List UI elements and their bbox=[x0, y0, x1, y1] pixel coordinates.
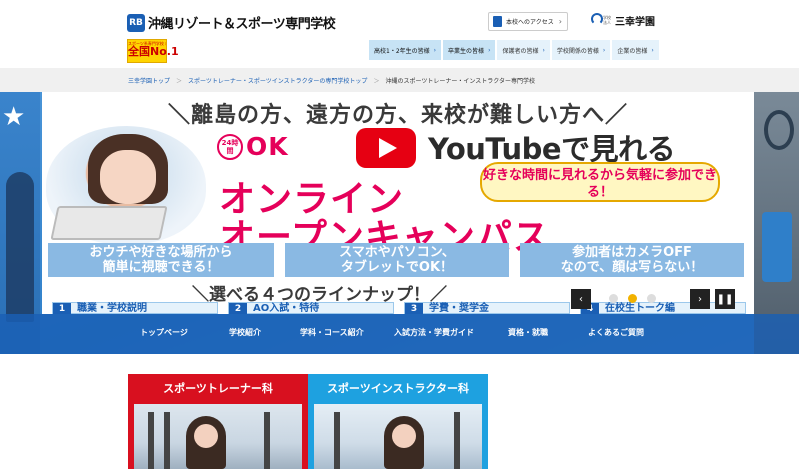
access-button[interactable]: 本校へのアクセス › bbox=[488, 12, 568, 31]
laptop-image bbox=[50, 206, 168, 240]
slider-dot-active[interactable] bbox=[628, 294, 637, 303]
card-text: 在校生トーク編 bbox=[605, 303, 675, 314]
course-photo bbox=[314, 404, 482, 469]
breadcrumb-separator: ＞ bbox=[176, 77, 183, 85]
breadcrumb-current: 沖縄のスポーツトレーナー・インストラクター専門学校 bbox=[385, 77, 535, 85]
gym-photo-detail bbox=[762, 212, 792, 282]
slider-dot[interactable] bbox=[609, 294, 618, 303]
banner-headline: ＼離島の方、遠方の方、来校が難しい方へ／ bbox=[167, 103, 628, 128]
tab-companies[interactable]: 企業の皆様 › bbox=[612, 40, 659, 60]
feature-text: おウチや好きな場所から 簡単に視聴できる！ bbox=[89, 245, 233, 275]
chevron-right-icon: › bbox=[542, 46, 545, 54]
chevron-right-icon: › bbox=[558, 17, 562, 26]
course-title: スポーツインストラクター科 bbox=[326, 382, 470, 395]
student-laptop-photo bbox=[46, 126, 206, 244]
nav-item-top[interactable]: トップページ bbox=[140, 327, 188, 338]
card-number: 2 bbox=[229, 303, 247, 314]
course-title: スポーツトレーナー科 bbox=[163, 382, 273, 395]
breadcrumb: 三幸学園トップ ＞ スポーツトレーナー・スポーツインストラクターの専門学校トップ… bbox=[0, 68, 799, 92]
building-icon bbox=[493, 16, 502, 27]
tab-schools[interactable]: 学校関係の皆様 › bbox=[551, 40, 611, 60]
no1-badge: スポーツ系専門学校 就職率 全国No.1 bbox=[127, 39, 179, 63]
chevron-right-icon: › bbox=[488, 46, 491, 54]
feature-box-devices: スマホやパソコン、 タブレットでOK！ bbox=[285, 243, 509, 277]
card-text: AO入試・特待 bbox=[253, 303, 320, 314]
nav-item-faq[interactable]: よくあるご質問 bbox=[588, 327, 644, 338]
lineup-cards: 1 職業・学校説明 2 AO入試・特待 3 学費・奨学金 4 在校生トーク編 bbox=[42, 302, 754, 314]
course-photo bbox=[134, 404, 302, 469]
card-number: 3 bbox=[405, 303, 423, 314]
nav-item-about[interactable]: 学校紹介 bbox=[229, 327, 261, 338]
breadcrumb-link-top[interactable]: 三幸学園トップ bbox=[128, 76, 170, 85]
tab-highschool[interactable]: 高校1・2年生の皆様 › bbox=[369, 40, 442, 60]
site-header: RB 沖縄リゾート＆スポーツ専門学校 スポーツ系専門学校 就職率 全国No.1 … bbox=[0, 0, 799, 68]
sanko-group-logo[interactable]: 学校法人 三幸学園 bbox=[589, 12, 655, 28]
chevron-right-icon: › bbox=[602, 46, 606, 54]
feature-text: 参加者はカメラOFF なので、顔は写らない！ bbox=[560, 245, 704, 275]
star-icon: ★ bbox=[2, 102, 26, 132]
school-logo[interactable]: RB 沖縄リゾート＆スポーツ専門学校 bbox=[127, 13, 336, 32]
sanko-caption: 学校法人 bbox=[603, 15, 611, 25]
lineup-card: 1 職業・学校説明 bbox=[52, 302, 218, 314]
hour-badge: 24時間 OK bbox=[217, 132, 289, 161]
card-text: 職業・学校説明 bbox=[77, 303, 147, 314]
tab-parents[interactable]: 保護者の皆様 › bbox=[497, 40, 550, 60]
sanko-logo-icon bbox=[589, 12, 603, 28]
card-number: 1 bbox=[53, 303, 71, 314]
audience-tabs: 高校1・2年生の皆様 › 卒業生の皆様 › 保護者の皆様 › 学校関係の皆様 › 企業の… bbox=[369, 40, 661, 60]
anytime-bubble: 好きな時間に見れるから気軽に参加できる！ bbox=[480, 162, 720, 202]
course-card-instructor[interactable]: スポーツインストラクター科 bbox=[308, 374, 488, 469]
lineup-card: 3 学費・奨学金 bbox=[404, 302, 570, 314]
chevron-right-icon: › bbox=[651, 46, 654, 54]
feature-text: スマホやパソコン、 タブレットでOK！ bbox=[339, 245, 455, 275]
nav-item-career[interactable]: 資格・就職 bbox=[508, 327, 548, 338]
course-card-trainer[interactable]: スポーツトレーナー科 bbox=[128, 374, 308, 469]
global-nav: トップページ 学校紹介 学科・コース紹介 入試方法・学費ガイド 資格・就職 よく… bbox=[0, 314, 799, 354]
tab-graduates[interactable]: 卒業生の皆様 › bbox=[443, 40, 496, 60]
athlete-photo bbox=[6, 172, 34, 322]
slider-next-button[interactable]: › bbox=[690, 289, 710, 309]
slider-dots bbox=[609, 294, 666, 303]
ok-text: OK bbox=[246, 132, 289, 161]
slider-prev-button[interactable]: ‹ bbox=[571, 289, 591, 309]
slider-dot[interactable] bbox=[647, 294, 656, 303]
lineup-card: 2 AO入試・特待 bbox=[228, 302, 394, 314]
sanko-name: 三幸学園 bbox=[615, 16, 655, 28]
nav-item-admission[interactable]: 入試方法・学費ガイド bbox=[394, 327, 474, 338]
course-section: スポーツトレーナー科 スポーツインストラクター科 bbox=[0, 354, 799, 469]
feature-box-camera: 参加者はカメラOFF なので、顔は写らない！ bbox=[520, 243, 744, 277]
slider-pause-button[interactable]: ❚❚ bbox=[715, 289, 735, 309]
nav-item-courses[interactable]: 学科・コース紹介 bbox=[300, 327, 364, 338]
gym-photo bbox=[764, 110, 794, 150]
badge-title: 全国No.1 bbox=[128, 45, 179, 58]
school-name: 沖縄リゾート＆スポーツ専門学校 bbox=[148, 17, 336, 32]
clock-icon: 24時間 bbox=[217, 133, 243, 160]
breadcrumb-separator: ＞ bbox=[373, 77, 380, 85]
card-text: 学費・奨学金 bbox=[429, 303, 489, 314]
feature-box-home: おウチや好きな場所から 簡単に視聴できる！ bbox=[48, 243, 274, 277]
online-open-campus-banner[interactable]: ＼離島の方、遠方の方、来校が難しい方へ／ 24時間 OK YouTubeで見れる… bbox=[42, 92, 754, 314]
access-label: 本校へのアクセス bbox=[506, 19, 554, 26]
chevron-right-icon: › bbox=[433, 46, 437, 54]
school-logo-icon: RB bbox=[127, 13, 145, 32]
youtube-play-icon bbox=[356, 128, 416, 168]
breadcrumb-link-sports[interactable]: スポーツトレーナー・スポーツインストラクターの専門学校トップ bbox=[188, 76, 367, 85]
